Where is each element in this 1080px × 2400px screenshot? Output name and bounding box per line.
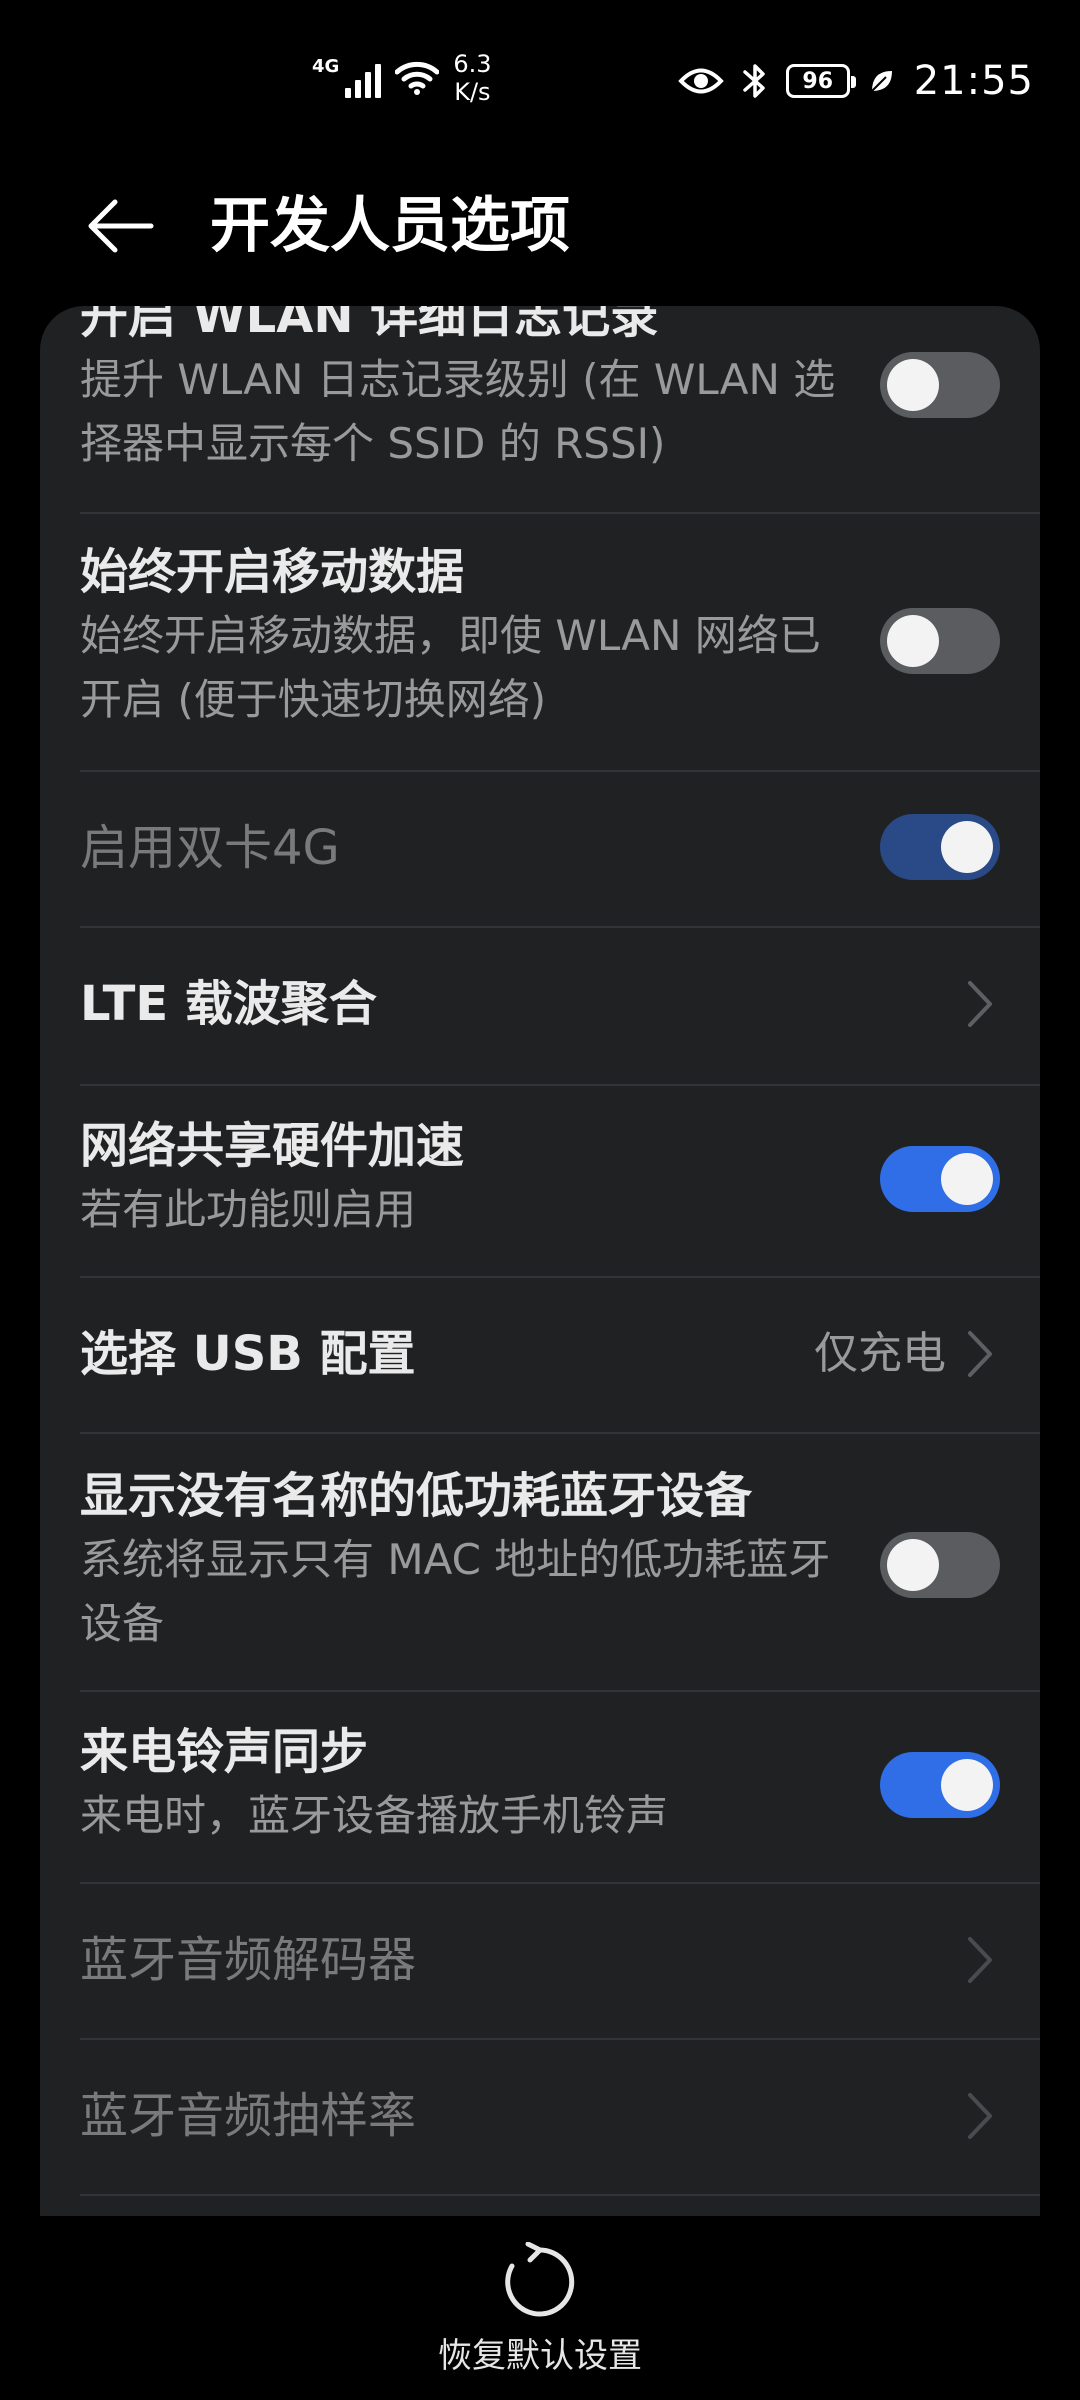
speed-unit: K/s [454, 78, 491, 106]
list-item-unnamed-ble-devices[interactable]: 显示没有名称的低功耗蓝牙设备 系统将显示只有 MAC 地址的低功耗蓝牙设备 [80, 1464, 1000, 1656]
reset-defaults-button[interactable]: 恢复默认设置 [0, 2328, 1080, 2377]
item-subtitle: 提升 WLAN 日志记录级别 (在 WLAN 选择器中显示每个 SSID 的 R… [80, 355, 836, 468]
list-item-tethering-hw-acceleration[interactable]: 网络共享硬件加速 若有此功能则启用 [80, 1114, 1000, 1242]
list-item-bt-audio-codec[interactable]: 蓝牙音频解码器 [80, 1928, 1000, 1992]
chevron-right-icon [968, 2093, 992, 2139]
list-item-bt-audio-sample-rate[interactable]: 蓝牙音频抽样率 [80, 2084, 1000, 2148]
toggle-knob [941, 1759, 993, 1811]
item-title: 显示没有名称的低功耗蓝牙设备 [80, 1468, 753, 1524]
status-bar: 4G 6.3 K/s 96 21:55 [0, 0, 1080, 150]
toggle-switch[interactable] [880, 1752, 1000, 1818]
item-value: 仅充电 [814, 1328, 946, 1379]
list-item-ringtone-sync[interactable]: 来电铃声同步 来电时，蓝牙设备播放手机铃声 [80, 1720, 1000, 1848]
divider [80, 512, 1040, 514]
status-right: 96 21:55 [677, 58, 1034, 104]
toggle-switch[interactable] [880, 1146, 1000, 1212]
network-speed: 6.3 K/s [453, 50, 491, 106]
toggle-knob [887, 615, 939, 667]
chevron-right-icon [968, 1937, 992, 1983]
wifi-icon [395, 61, 440, 95]
divider [80, 926, 1040, 928]
divider [80, 1084, 1040, 1086]
divider [80, 1432, 1040, 1434]
bottom-bar: 恢复默认设置 [0, 2216, 1080, 2400]
item-title: 启用双卡4G [80, 820, 340, 876]
list-item-usb-config[interactable]: 选择 USB 配置 仅充电 [80, 1322, 1000, 1386]
app-header: 开发人员选项 [0, 170, 1080, 290]
status-left: 4G 6.3 K/s [312, 50, 491, 106]
item-title: LTE 载波聚合 [80, 976, 377, 1032]
list-item-lte-carrier-aggregation[interactable]: LTE 载波聚合 [80, 972, 1000, 1036]
divider [80, 1882, 1040, 1884]
item-title: 来电铃声同步 [80, 1724, 369, 1780]
divider [80, 2038, 1040, 2040]
toggle-knob [887, 359, 939, 411]
list-item-wlan-verbose-logging[interactable]: 开启 WLAN 详细日志记录 提升 WLAN 日志记录级别 (在 WLAN 选择… [80, 306, 1000, 476]
item-title: 开启 WLAN 详细日志记录 [80, 306, 659, 344]
item-subtitle: 来电时，蓝牙设备播放手机铃声 [80, 1791, 669, 1840]
toggle-switch[interactable] [880, 352, 1000, 418]
divider [80, 2194, 1040, 2196]
back-button[interactable] [80, 186, 160, 266]
list-item-dual-4g[interactable]: 启用双卡4G [80, 814, 1000, 880]
list-item-always-mobile-data[interactable]: 始终开启移动数据 始终开启移动数据，即使 WLAN 网络已开启 (便于快速切换网… [80, 540, 1000, 732]
item-subtitle: 若有此功能则启用 [80, 1185, 417, 1234]
chevron-right-icon [968, 981, 992, 1027]
toggle-knob [887, 1539, 939, 1591]
battery-icon: 96 [785, 64, 856, 98]
toggle-switch[interactable] [880, 814, 1000, 880]
chevron-right-icon [968, 1331, 992, 1377]
divider [80, 1276, 1040, 1278]
divider [80, 770, 1040, 772]
toggle-knob [941, 821, 993, 873]
signal-icon [345, 58, 382, 98]
item-subtitle: 始终开启移动数据，即使 WLAN 网络已开启 (便于快速切换网络) [80, 611, 821, 724]
reset-icon[interactable] [500, 2242, 580, 2322]
toggle-switch[interactable] [880, 1532, 1000, 1598]
toggle-switch[interactable] [880, 608, 1000, 674]
battery-level: 96 [802, 68, 834, 94]
settings-list[interactable]: 开启 WLAN 详细日志记录 提升 WLAN 日志记录级别 (在 WLAN 选择… [40, 306, 1040, 2216]
bluetooth-icon [742, 64, 765, 98]
arrow-left-icon [88, 199, 154, 253]
item-title: 蓝牙音频解码器 [80, 1932, 417, 1988]
item-title: 蓝牙音频抽样率 [80, 2088, 417, 2144]
item-subtitle: 系统将显示只有 MAC 地址的低功耗蓝牙设备 [80, 1535, 831, 1648]
divider [80, 1690, 1040, 1692]
item-title: 始终开启移动数据 [80, 544, 465, 600]
eye-icon [677, 68, 724, 94]
speed-value: 6.3 [453, 50, 492, 78]
page-title: 开发人员选项 [210, 191, 570, 261]
leaf-icon [871, 71, 892, 92]
network-type: 4G [312, 55, 340, 77]
clock: 21:55 [913, 58, 1034, 104]
item-title: 网络共享硬件加速 [80, 1118, 465, 1174]
toggle-knob [941, 1153, 993, 1205]
